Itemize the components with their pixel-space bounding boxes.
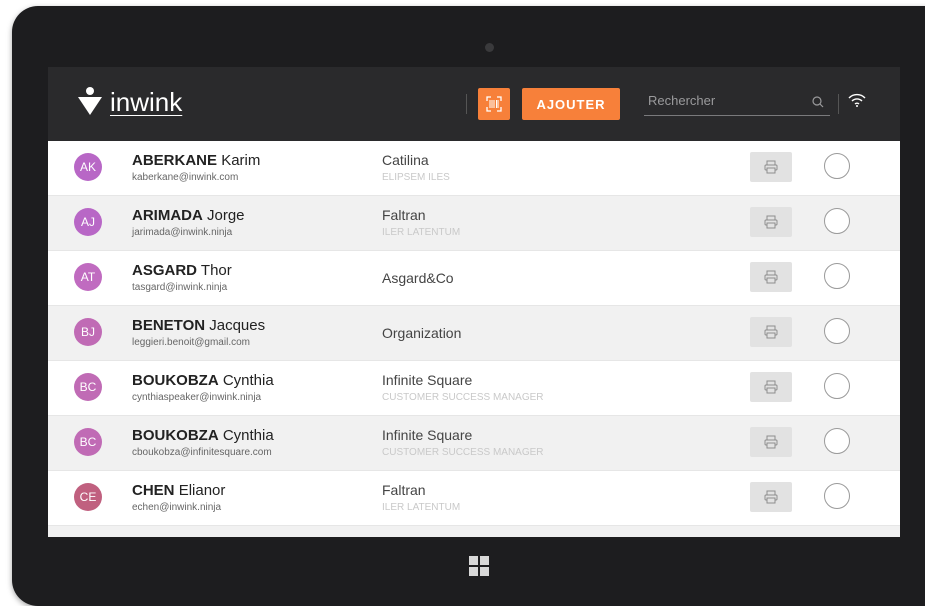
attendee-name: BENETON Jacques	[132, 317, 265, 334]
select-checkbox[interactable]	[824, 483, 850, 509]
attendee-row[interactable]: AJ ARIMADA Jorge jarimada@inwink.ninja F…	[48, 196, 900, 251]
attendee-list: AK ABERKANE Karim kaberkane@inwink.com C…	[48, 141, 900, 537]
attendee-row[interactable]: BJ BENETON Jacques leggieri.benoit@gmail…	[48, 306, 900, 361]
attendee-role: ILER LATENTUM	[382, 227, 461, 238]
header-divider	[466, 94, 467, 114]
print-badge-button[interactable]	[750, 427, 792, 457]
avatar: BC	[74, 428, 102, 456]
logo-text: inwink	[110, 87, 183, 117]
attendee-name: ARIMADA Jorge	[132, 207, 245, 224]
attendee-name: BOUKOBZA Cynthia	[132, 427, 274, 444]
attendee-row[interactable]: BC BOUKOBZA Cynthia cboukobza@infinitesq…	[48, 416, 900, 471]
avatar: AT	[74, 263, 102, 291]
inwink-logo-icon	[78, 87, 104, 117]
last-name: ABERKANE	[132, 152, 218, 169]
first-name: Karim	[221, 152, 261, 169]
attendee-company: Organization	[382, 325, 462, 341]
print-badge-button[interactable]	[750, 317, 792, 347]
last-name: ARIMADA	[132, 207, 203, 224]
first-name: Thor	[200, 262, 232, 279]
app-header: inwink AJOUTER	[48, 67, 900, 141]
print-badge-button[interactable]	[750, 152, 792, 182]
attendee-email: cboukobza@infinitesquare.com	[132, 447, 272, 458]
attendee-name: CHEN Elianor	[132, 482, 225, 499]
attendee-row[interactable]: AT ASGARD Thor tasgard@inwink.ninja Asga…	[48, 251, 900, 306]
attendee-role: CUSTOMER SUCCESS MANAGER	[382, 392, 544, 403]
attendee-email: kaberkane@inwink.com	[132, 172, 239, 183]
first-name: Cynthia	[222, 427, 274, 444]
attendee-role: ELIPSEM ILES	[382, 172, 450, 183]
last-name: BOUKOBZA	[132, 372, 219, 389]
printer-icon	[764, 435, 778, 449]
attendee-email: cynthiaspeaker@inwink.ninja	[132, 392, 262, 403]
avatar: BC	[74, 373, 102, 401]
printer-icon	[764, 215, 778, 229]
attendee-row[interactable]: AK ABERKANE Karim kaberkane@inwink.com C…	[48, 141, 900, 196]
attendee-company: Faltran	[382, 482, 426, 498]
print-badge-button[interactable]	[750, 262, 792, 292]
attendee-row[interactable]: BC BOUKOBZA Cynthia cynthiaspeaker@inwin…	[48, 361, 900, 416]
last-name: ASGARD	[132, 262, 198, 279]
attendee-name: BOUKOBZA Cynthia	[132, 372, 274, 389]
avatar: BJ	[74, 318, 102, 346]
search-input[interactable]	[648, 93, 798, 108]
print-badge-button[interactable]	[750, 207, 792, 237]
printer-icon	[764, 325, 778, 339]
last-name: BOUKOBZA	[132, 427, 219, 444]
search-field[interactable]	[644, 89, 830, 116]
attendee-name: ASGARD Thor	[132, 262, 232, 279]
first-name: Cynthia	[222, 372, 274, 389]
wifi-icon	[848, 93, 866, 107]
attendee-email: tasgard@inwink.ninja	[132, 282, 228, 293]
printer-icon	[764, 380, 778, 394]
avatar: AJ	[74, 208, 102, 236]
header-divider	[838, 94, 839, 114]
attendee-row[interactable]: CE CHEN Elianor echen@inwink.ninja Faltr…	[48, 471, 900, 526]
attendee-company: Catilina	[382, 152, 429, 168]
first-name: Jacques	[209, 317, 266, 334]
last-name: CHEN	[132, 482, 175, 499]
last-name: BENETON	[132, 317, 206, 334]
first-name: Jorge	[207, 207, 245, 224]
attendee-company: Asgard&Co	[382, 270, 454, 286]
attendee-company: Faltran	[382, 207, 426, 223]
inwink-logo[interactable]: inwink	[78, 87, 182, 117]
windows-logo-icon[interactable]	[469, 556, 489, 576]
qr-scan-icon	[486, 96, 502, 112]
select-checkbox[interactable]	[824, 318, 850, 344]
select-checkbox[interactable]	[824, 208, 850, 234]
select-checkbox[interactable]	[824, 428, 850, 454]
avatar: AK	[74, 153, 102, 181]
attendee-email: jarimada@inwink.ninja	[132, 227, 233, 238]
first-name: Elianor	[178, 482, 226, 499]
attendee-email: echen@inwink.ninja	[132, 502, 222, 513]
attendee-role: CUSTOMER SUCCESS MANAGER	[382, 447, 544, 458]
printer-icon	[764, 490, 778, 504]
attendee-company: Infinite Square	[382, 372, 473, 388]
attendee-company: Infinite Square	[382, 427, 473, 443]
select-checkbox[interactable]	[824, 373, 850, 399]
add-attendee-button[interactable]: AJOUTER	[522, 88, 620, 120]
avatar: CE	[74, 483, 102, 511]
attendee-name: ABERKANE Karim	[132, 152, 260, 169]
attendee-email: leggieri.benoit@gmail.com	[132, 337, 250, 348]
print-badge-button[interactable]	[750, 372, 792, 402]
print-badge-button[interactable]	[750, 482, 792, 512]
select-checkbox[interactable]	[824, 263, 850, 289]
app-screen: inwink AJOUTER AK ABERKANE	[48, 67, 900, 537]
printer-icon	[764, 270, 778, 284]
search-icon[interactable]	[812, 96, 824, 108]
camera-icon	[485, 43, 494, 52]
attendee-row[interactable]	[48, 526, 900, 537]
attendee-role: ILER LATENTUM	[382, 502, 461, 513]
select-checkbox[interactable]	[824, 153, 850, 179]
printer-icon	[764, 160, 778, 174]
scan-button[interactable]	[478, 88, 510, 120]
